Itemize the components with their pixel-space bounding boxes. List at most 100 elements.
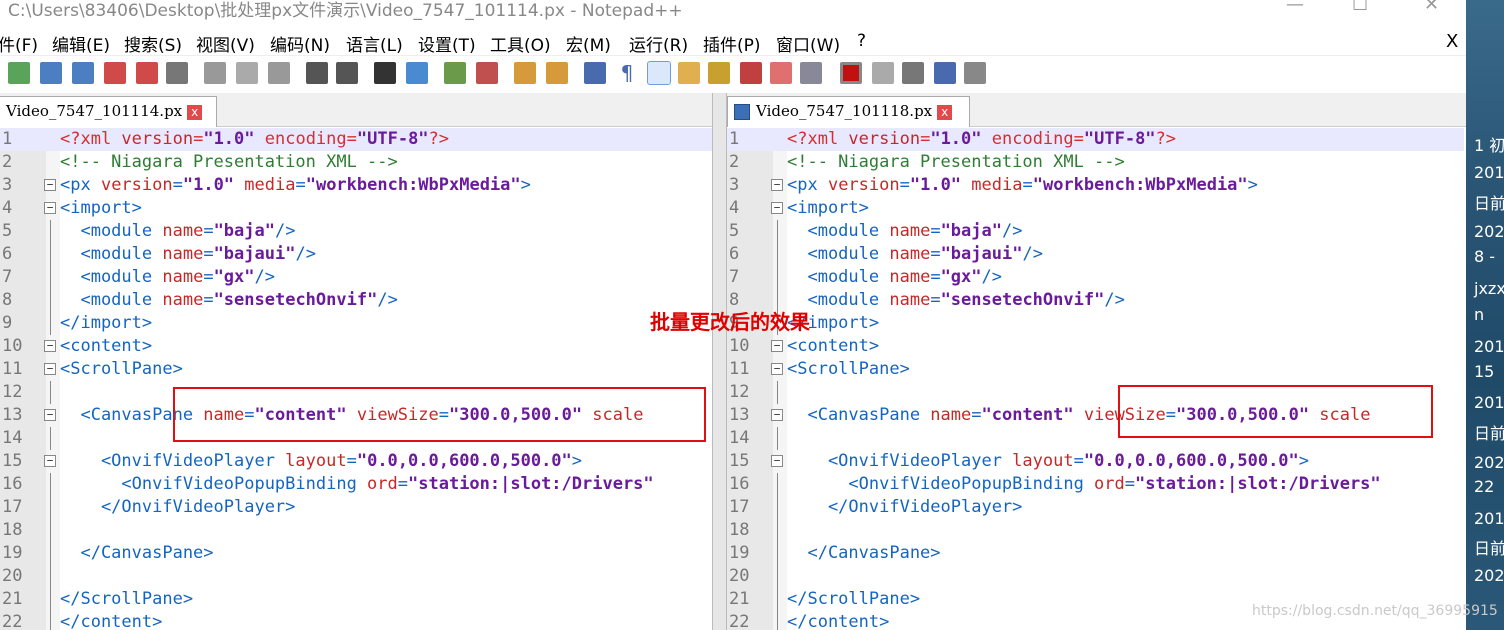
- code-line[interactable]: 19 </CanvasPane>: [0, 542, 712, 565]
- fold-toggle-icon[interactable]: −: [771, 409, 783, 421]
- tab-right-file[interactable]: Video_7547_101118.px x: [727, 96, 970, 127]
- code-line[interactable]: 18: [727, 519, 1464, 542]
- fold-toggle-icon[interactable]: −: [44, 340, 56, 352]
- code-line[interactable]: 18: [0, 519, 712, 542]
- cut-icon[interactable]: [204, 62, 226, 84]
- copy-icon[interactable]: [236, 62, 258, 84]
- show-all-chars-icon[interactable]: ¶: [616, 62, 638, 84]
- code-line[interactable]: 9 </import>: [727, 312, 1464, 335]
- new-file-icon[interactable]: [8, 62, 30, 84]
- code-line[interactable]: 5 <module name="baja"/>: [727, 220, 1464, 243]
- function-list-icon[interactable]: [740, 62, 762, 84]
- menu-language[interactable]: 语言(L): [346, 31, 403, 56]
- code-line[interactable]: 15 − <OnvifVideoPlayer layout="0.0,0.0,60…: [727, 450, 1464, 473]
- code-line[interactable]: 3− <px version="1.0" media="workbench:WbP…: [0, 174, 712, 197]
- code-line[interactable]: 4 − <import>: [0, 197, 712, 220]
- code-line[interactable]: 1 <?xml version="1.0" encoding="UTF-8"?>: [727, 128, 1464, 151]
- code-line[interactable]: 10 − <content>: [727, 335, 1464, 358]
- menu-edit[interactable]: 编辑(E): [52, 31, 110, 56]
- save-macro-icon[interactable]: [964, 62, 986, 84]
- code-line[interactable]: 8 <module name="sensetechOnvif"/>: [727, 289, 1464, 312]
- print-icon[interactable]: [166, 62, 188, 84]
- fold-toggle-icon[interactable]: −: [44, 409, 56, 421]
- menu-plugins[interactable]: 插件(P): [703, 31, 761, 56]
- code-line[interactable]: 20: [727, 565, 1464, 588]
- code-line[interactable]: 2 <!-- Niagara Presentation XML -->: [727, 151, 1464, 174]
- undo-icon[interactable]: [306, 62, 328, 84]
- run-macro-multiple-icon[interactable]: [934, 62, 956, 84]
- close-button[interactable]: ✕: [1424, 0, 1439, 15]
- editor-pane-left[interactable]: 1 <?xml version="1.0" encoding="UTF-8"?> 2…: [0, 128, 712, 630]
- zoom-out-icon[interactable]: [476, 62, 498, 84]
- code-line[interactable]: 5 <module name="baja"/>: [0, 220, 712, 243]
- find-icon[interactable]: [374, 62, 396, 84]
- menu-encoding[interactable]: 编码(N): [270, 31, 330, 56]
- fold-toggle-icon[interactable]: −: [771, 455, 783, 467]
- code-line[interactable]: 16 <OnvifVideoPopupBinding ord="station:…: [727, 473, 1464, 496]
- stop-macro-icon[interactable]: [872, 62, 894, 84]
- code-line[interactable]: 2 <!-- Niagara Presentation XML -->: [0, 151, 712, 174]
- sync-vertical-icon[interactable]: [514, 62, 536, 84]
- doc-map-icon[interactable]: [708, 62, 730, 84]
- code-line[interactable]: 7 <module name="gx"/>: [0, 266, 712, 289]
- fold-toggle-icon[interactable]: −: [44, 202, 56, 214]
- folder-workspace-icon[interactable]: [770, 62, 792, 84]
- code-line[interactable]: 8 <module name="sensetechOnvif"/>: [0, 289, 712, 312]
- save-icon[interactable]: [40, 62, 62, 84]
- tab-left-close-icon[interactable]: x: [187, 104, 203, 120]
- code-line[interactable]: 10 − <content>: [0, 335, 712, 358]
- code-line[interactable]: 11 − <ScrollPane>: [727, 358, 1464, 381]
- code-line[interactable]: 20: [0, 565, 712, 588]
- maximize-button[interactable]: ☐: [1352, 0, 1368, 15]
- play-macro-icon[interactable]: [902, 62, 924, 84]
- redo-icon[interactable]: [336, 62, 358, 84]
- fold-toggle-icon[interactable]: −: [44, 179, 56, 191]
- sync-horizontal-icon[interactable]: [546, 62, 568, 84]
- menu-macro[interactable]: 宏(M): [566, 31, 611, 56]
- code-line[interactable]: 6 <module name="bajaui"/>: [0, 243, 712, 266]
- code-line[interactable]: 11 − <ScrollPane>: [0, 358, 712, 381]
- code-line[interactable]: 6 <module name="bajaui"/>: [727, 243, 1464, 266]
- code-line[interactable]: 17 </OnvifVideoPlayer>: [727, 496, 1464, 519]
- indent-guide-icon[interactable]: [647, 61, 671, 85]
- zoom-in-icon[interactable]: [444, 62, 466, 84]
- code-line[interactable]: 21 </ScrollPane>: [0, 588, 712, 611]
- close-all-icon[interactable]: [136, 62, 158, 84]
- save-all-icon[interactable]: [72, 62, 94, 84]
- fold-toggle-icon[interactable]: −: [771, 340, 783, 352]
- code-line[interactable]: 4 − <import>: [727, 197, 1464, 220]
- fold-toggle-icon[interactable]: −: [771, 363, 783, 375]
- menu-file[interactable]: 件(F): [0, 31, 38, 56]
- fold-toggle-icon[interactable]: −: [44, 455, 56, 467]
- menu-settings[interactable]: 设置(T): [418, 31, 476, 56]
- view-splitter[interactable]: [712, 93, 727, 630]
- paste-icon[interactable]: [268, 62, 290, 84]
- code-line[interactable]: 9 </import>: [0, 312, 712, 335]
- editor-pane-right[interactable]: 1 <?xml version="1.0" encoding="UTF-8"?> 2…: [727, 128, 1464, 630]
- menu-help[interactable]: ?: [857, 31, 866, 51]
- record-macro-icon[interactable]: [840, 62, 862, 84]
- tab-left-file[interactable]: Video_7547_101114.px x: [0, 96, 217, 127]
- code-line[interactable]: 7 <module name="gx"/>: [727, 266, 1464, 289]
- udl-icon[interactable]: [678, 62, 700, 84]
- code-line[interactable]: 17 </OnvifVideoPlayer>: [0, 496, 712, 519]
- code-line[interactable]: 22 </content>: [0, 611, 712, 630]
- minimize-button[interactable]: —: [1286, 0, 1304, 15]
- code-line[interactable]: 16 <OnvifVideoPopupBinding ord="station:…: [0, 473, 712, 496]
- tab-right-close-icon[interactable]: x: [937, 104, 953, 120]
- menu-search[interactable]: 搜索(S): [124, 31, 182, 56]
- replace-icon[interactable]: [406, 62, 428, 84]
- fold-toggle-icon[interactable]: −: [771, 179, 783, 191]
- menu-tools[interactable]: 工具(O): [490, 31, 551, 56]
- code-line[interactable]: 1 <?xml version="1.0" encoding="UTF-8"?>: [0, 128, 712, 151]
- fold-toggle-icon[interactable]: −: [771, 202, 783, 214]
- close-file-icon[interactable]: [104, 62, 126, 84]
- fold-toggle-icon[interactable]: −: [44, 363, 56, 375]
- word-wrap-icon[interactable]: [584, 62, 606, 84]
- code-line[interactable]: 19 </CanvasPane>: [727, 542, 1464, 565]
- monitoring-icon[interactable]: [800, 62, 822, 84]
- code-line[interactable]: 15 − <OnvifVideoPlayer layout="0.0,0.0,60…: [0, 450, 712, 473]
- menu-run[interactable]: 运行(R): [629, 31, 688, 56]
- close-document-button[interactable]: X: [1446, 31, 1458, 52]
- code-line[interactable]: 3− <px version="1.0" media="workbench:WbP…: [727, 174, 1464, 197]
